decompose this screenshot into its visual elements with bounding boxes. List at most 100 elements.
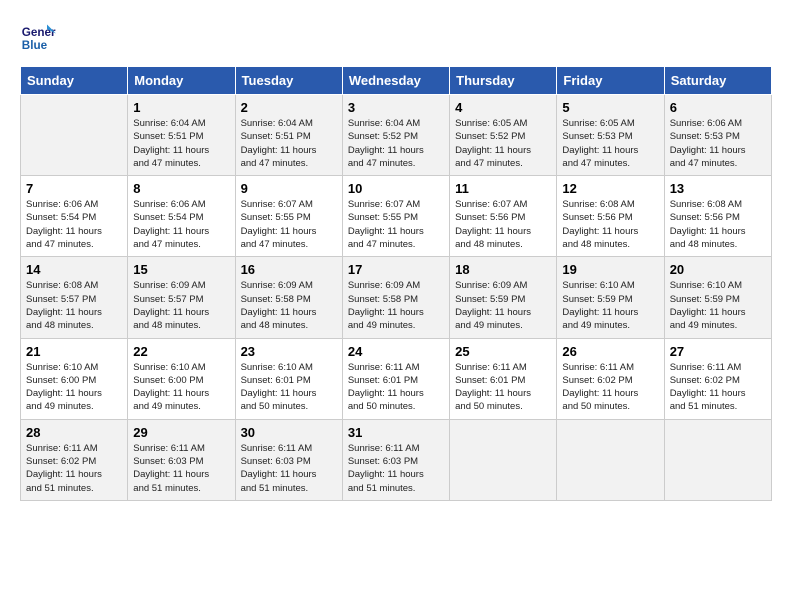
calendar-cell: 10 Sunrise: 6:07 AM Sunset: 5:55 PM Dayli… — [342, 176, 449, 257]
day-info: Sunrise: 6:11 AM Sunset: 6:03 PM Dayligh… — [348, 442, 444, 495]
calendar-cell: 13 Sunrise: 6:08 AM Sunset: 5:56 PM Dayli… — [664, 176, 771, 257]
calendar-cell — [664, 419, 771, 500]
svg-text:General: General — [22, 26, 56, 39]
calendar-cell: 28 Sunrise: 6:11 AM Sunset: 6:02 PM Dayli… — [21, 419, 128, 500]
calendar-cell: 15Sunrise: 6:09 AM Sunset: 5:57 PM Dayli… — [128, 257, 235, 338]
calendar-cell: 20 Sunrise: 6:10 AM Sunset: 5:59 PM Dayli… — [664, 257, 771, 338]
day-info: Sunrise: 6:11 AM Sunset: 6:02 PM Dayligh… — [562, 361, 658, 414]
calendar-cell: 17 Sunrise: 6:09 AM Sunset: 5:58 PM Dayli… — [342, 257, 449, 338]
day-number: 7 — [26, 181, 122, 196]
day-info: Sunrise: 6:05 AM Sunset: 5:53 PM Dayligh… — [562, 117, 658, 170]
day-number: 8 — [133, 181, 229, 196]
day-info: Sunrise: 6:08 AM Sunset: 5:56 PM Dayligh… — [562, 198, 658, 251]
weekday-header-row: SundayMondayTuesdayWednesdayThursdayFrid… — [21, 67, 772, 95]
logo: General Blue — [20, 20, 60, 56]
calendar-cell: 6 Sunrise: 6:06 AM Sunset: 5:53 PM Daylig… — [664, 95, 771, 176]
page-header: General Blue — [20, 20, 772, 56]
day-info: Sunrise: 6:11 AM Sunset: 6:01 PM Dayligh… — [455, 361, 551, 414]
calendar-cell: 29Sunrise: 6:11 AM Sunset: 6:03 PM Dayli… — [128, 419, 235, 500]
day-info: Sunrise: 6:09 AM Sunset: 5:59 PM Dayligh… — [455, 279, 551, 332]
calendar-cell — [21, 95, 128, 176]
day-number: 12 — [562, 181, 658, 196]
weekday-header: Tuesday — [235, 67, 342, 95]
day-info: Sunrise: 6:09 AM Sunset: 5:57 PM Dayligh… — [133, 279, 229, 332]
weekday-header: Saturday — [664, 67, 771, 95]
day-info: Sunrise: 6:07 AM Sunset: 5:55 PM Dayligh… — [241, 198, 337, 251]
day-number: 1 — [133, 100, 229, 115]
calendar-cell — [557, 419, 664, 500]
calendar-cell: 3Sunrise: 6:04 AM Sunset: 5:52 PM Daylig… — [342, 95, 449, 176]
weekday-header: Thursday — [450, 67, 557, 95]
day-number: 6 — [670, 100, 766, 115]
day-info: Sunrise: 6:11 AM Sunset: 6:02 PM Dayligh… — [26, 442, 122, 495]
calendar-cell: 1 Sunrise: 6:04 AM Sunset: 5:51 PM Daylig… — [128, 95, 235, 176]
day-info: Sunrise: 6:10 AM Sunset: 6:01 PM Dayligh… — [241, 361, 337, 414]
day-info: Sunrise: 6:05 AM Sunset: 5:52 PM Dayligh… — [455, 117, 551, 170]
day-number: 22 — [133, 344, 229, 359]
calendar-week-row: 14 Sunrise: 6:08 AM Sunset: 5:57 PM Dayli… — [21, 257, 772, 338]
day-number: 11 — [455, 181, 551, 196]
day-info: Sunrise: 6:07 AM Sunset: 5:55 PM Dayligh… — [348, 198, 444, 251]
calendar-cell: 7 Sunrise: 6:06 AM Sunset: 5:54 PM Daylig… — [21, 176, 128, 257]
calendar-cell: 22 Sunrise: 6:10 AM Sunset: 6:00 PM Dayli… — [128, 338, 235, 419]
weekday-header: Friday — [557, 67, 664, 95]
day-info: Sunrise: 6:09 AM Sunset: 5:58 PM Dayligh… — [241, 279, 337, 332]
day-number: 20 — [670, 262, 766, 277]
calendar-cell: 31 Sunrise: 6:11 AM Sunset: 6:03 PM Dayli… — [342, 419, 449, 500]
calendar-week-row: 7 Sunrise: 6:06 AM Sunset: 5:54 PM Daylig… — [21, 176, 772, 257]
calendar-cell: 9 Sunrise: 6:07 AM Sunset: 5:55 PM Daylig… — [235, 176, 342, 257]
calendar-cell: 27 Sunrise: 6:11 AM Sunset: 6:02 PM Dayli… — [664, 338, 771, 419]
weekday-header: Sunday — [21, 67, 128, 95]
calendar-cell: 24Sunrise: 6:11 AM Sunset: 6:01 PM Dayli… — [342, 338, 449, 419]
calendar-cell: 8Sunrise: 6:06 AM Sunset: 5:54 PM Daylig… — [128, 176, 235, 257]
day-info: Sunrise: 6:08 AM Sunset: 5:57 PM Dayligh… — [26, 279, 122, 332]
day-number: 13 — [670, 181, 766, 196]
calendar-cell: 23 Sunrise: 6:10 AM Sunset: 6:01 PM Dayli… — [235, 338, 342, 419]
day-number: 17 — [348, 262, 444, 277]
calendar-cell — [450, 419, 557, 500]
day-info: Sunrise: 6:11 AM Sunset: 6:03 PM Dayligh… — [241, 442, 337, 495]
day-info: Sunrise: 6:11 AM Sunset: 6:02 PM Dayligh… — [670, 361, 766, 414]
day-info: Sunrise: 6:10 AM Sunset: 5:59 PM Dayligh… — [670, 279, 766, 332]
day-number: 25 — [455, 344, 551, 359]
calendar-cell: 30 Sunrise: 6:11 AM Sunset: 6:03 PM Dayli… — [235, 419, 342, 500]
calendar-cell: 16 Sunrise: 6:09 AM Sunset: 5:58 PM Dayli… — [235, 257, 342, 338]
day-info: Sunrise: 6:08 AM Sunset: 5:56 PM Dayligh… — [670, 198, 766, 251]
calendar-cell: 11 Sunrise: 6:07 AM Sunset: 5:56 PM Dayli… — [450, 176, 557, 257]
calendar-cell: 18 Sunrise: 6:09 AM Sunset: 5:59 PM Dayli… — [450, 257, 557, 338]
day-number: 9 — [241, 181, 337, 196]
day-info: Sunrise: 6:06 AM Sunset: 5:54 PM Dayligh… — [26, 198, 122, 251]
day-number: 28 — [26, 425, 122, 440]
svg-text:Blue: Blue — [22, 39, 48, 52]
day-info: Sunrise: 6:06 AM Sunset: 5:53 PM Dayligh… — [670, 117, 766, 170]
day-number: 26 — [562, 344, 658, 359]
day-number: 27 — [670, 344, 766, 359]
day-info: Sunrise: 6:10 AM Sunset: 5:59 PM Dayligh… — [562, 279, 658, 332]
day-number: 10 — [348, 181, 444, 196]
calendar-cell: 5Sunrise: 6:05 AM Sunset: 5:53 PM Daylig… — [557, 95, 664, 176]
day-info: Sunrise: 6:10 AM Sunset: 6:00 PM Dayligh… — [133, 361, 229, 414]
calendar-cell: 26 Sunrise: 6:11 AM Sunset: 6:02 PM Dayli… — [557, 338, 664, 419]
logo-icon: General Blue — [20, 20, 56, 56]
weekday-header: Wednesday — [342, 67, 449, 95]
day-number: 18 — [455, 262, 551, 277]
day-number: 30 — [241, 425, 337, 440]
calendar-cell: 21Sunrise: 6:10 AM Sunset: 6:00 PM Dayli… — [21, 338, 128, 419]
calendar-week-row: 21Sunrise: 6:10 AM Sunset: 6:00 PM Dayli… — [21, 338, 772, 419]
calendar-week-row: 1 Sunrise: 6:04 AM Sunset: 5:51 PM Daylig… — [21, 95, 772, 176]
day-number: 23 — [241, 344, 337, 359]
day-info: Sunrise: 6:09 AM Sunset: 5:58 PM Dayligh… — [348, 279, 444, 332]
day-number: 16 — [241, 262, 337, 277]
calendar-cell: 19Sunrise: 6:10 AM Sunset: 5:59 PM Dayli… — [557, 257, 664, 338]
calendar-cell: 4Sunrise: 6:05 AM Sunset: 5:52 PM Daylig… — [450, 95, 557, 176]
day-info: Sunrise: 6:04 AM Sunset: 5:51 PM Dayligh… — [133, 117, 229, 170]
day-number: 24 — [348, 344, 444, 359]
day-info: Sunrise: 6:07 AM Sunset: 5:56 PM Dayligh… — [455, 198, 551, 251]
day-number: 31 — [348, 425, 444, 440]
day-number: 29 — [133, 425, 229, 440]
calendar-cell: 12 Sunrise: 6:08 AM Sunset: 5:56 PM Dayli… — [557, 176, 664, 257]
calendar-cell: 14 Sunrise: 6:08 AM Sunset: 5:57 PM Dayli… — [21, 257, 128, 338]
day-info: Sunrise: 6:04 AM Sunset: 5:52 PM Dayligh… — [348, 117, 444, 170]
day-number: 14 — [26, 262, 122, 277]
calendar-table: SundayMondayTuesdayWednesdayThursdayFrid… — [20, 66, 772, 501]
